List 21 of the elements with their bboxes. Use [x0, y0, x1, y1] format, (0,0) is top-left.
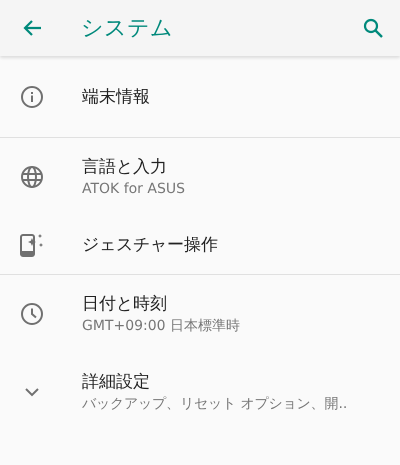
settings-item[interactable]: 詳細設定 バックアップ、リセット オプション、開.. [0, 353, 400, 431]
item-summary: ATOK for ASUS [82, 180, 185, 199]
settings-item[interactable]: ジェスチャー操作 [0, 216, 400, 274]
search-icon [363, 18, 383, 38]
settings-item[interactable]: 日付と時刻 GMT+09:00 日本標準時 [0, 275, 400, 353]
item-title: ジェスチャー操作 [82, 234, 218, 257]
settings-item[interactable]: 端末情報 [0, 56, 400, 137]
settings-item[interactable]: 言語と入力 ATOK for ASUS [0, 138, 400, 216]
chevron-down-icon [24, 387, 40, 397]
app-bar-title: システム [81, 14, 173, 42]
item-summary: バックアップ、リセット オプション、開.. [82, 395, 348, 414]
item-title: 端末情報 [82, 86, 150, 108]
info-icon [20, 84, 44, 108]
item-title: 詳細設定 [82, 371, 151, 394]
item-summary: GMT+09:00 日本標準時 [82, 317, 240, 336]
globe-icon [20, 165, 44, 189]
back-arrow-icon [22, 19, 42, 37]
item-title: 日付と時刻 [82, 293, 168, 316]
item-title: 言語と入力 [82, 156, 168, 179]
clock-icon [20, 302, 44, 326]
phone-sparkle-icon [19, 232, 45, 258]
